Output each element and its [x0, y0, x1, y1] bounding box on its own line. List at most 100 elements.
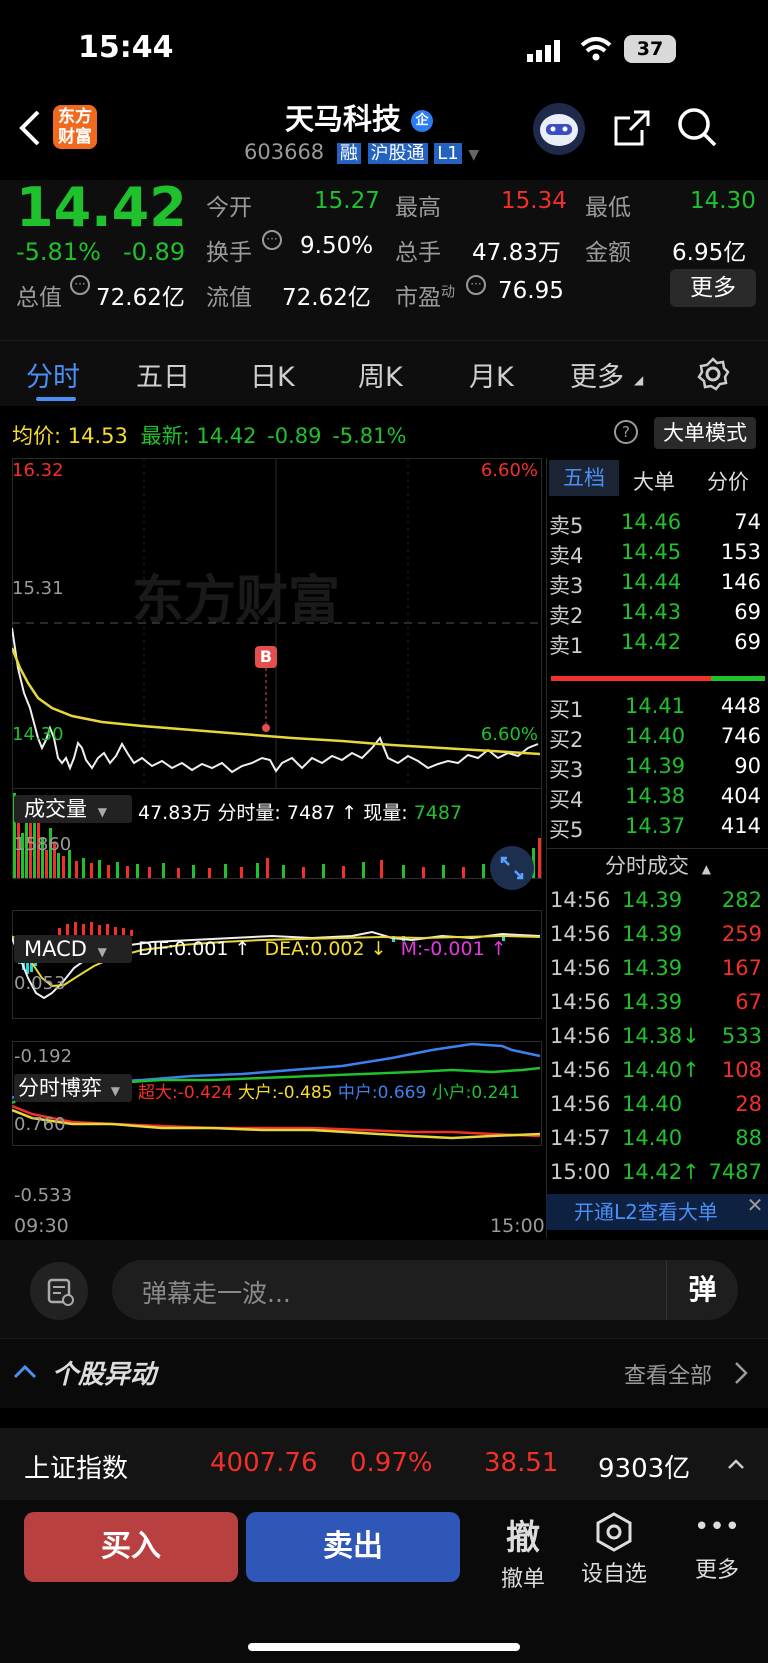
turnover-info-icon[interactable]: ··· [262, 230, 282, 250]
info-percent: -5.81% [332, 424, 407, 448]
macd-selector[interactable]: MACD ▼ [14, 935, 132, 963]
status-time: 15:44 [78, 30, 174, 65]
bid-price: 14.37 [625, 814, 686, 838]
index-bar[interactable]: 上证指数 4007.76 0.97% 38.51 9303亿 [0, 1428, 768, 1500]
tick-row: 14:56 14.39 167 [546, 956, 768, 990]
tick-row: 14:56 14.39 282 [546, 888, 768, 922]
game-selector[interactable]: 分时博弈 ▼ [14, 1074, 132, 1102]
watchlist-hexagon-icon [596, 1512, 632, 1552]
chevron-down-icon[interactable]: ▼ [468, 147, 479, 163]
buy-button[interactable]: 买入 [24, 1512, 238, 1582]
chevron-up-icon [12, 1361, 38, 1381]
tick-price: 14.39 [622, 888, 683, 912]
bid-label: 买3 [549, 758, 584, 782]
help-icon[interactable]: ? [614, 420, 638, 444]
volume-text: 47.83万 分时量: 7487 ↑ 现量: [138, 802, 408, 824]
stock-news-bar[interactable]: 个股异动 查看全部 [0, 1338, 768, 1408]
prev-close-label: 15.31 [12, 578, 64, 599]
enterprise-badge-icon: 企 [411, 110, 434, 132]
ob-tab-five[interactable]: 五档 [549, 460, 619, 496]
tick-volume: 108 [721, 1058, 762, 1082]
ask-label: 卖1 [549, 634, 584, 658]
search-icon[interactable] [676, 106, 718, 148]
pct-min-label: 6.60% [480, 724, 538, 745]
news-title: 个股异动 [52, 1360, 157, 1390]
high-value: 15.34 [501, 188, 567, 214]
amount-label: 金额 [585, 240, 631, 266]
tab-week-k[interactable]: 周K [358, 355, 403, 394]
amount-value: 6.95亿 [672, 240, 747, 266]
share-icon[interactable] [612, 108, 652, 148]
stock-code-row: 603668 融 沪股通 L1 ▼ [244, 139, 479, 165]
buy-label: 买入 [101, 1529, 161, 1564]
ask-volume: 146 [720, 570, 761, 594]
chart-tabs: 分时 五日 日K 周K 月K 更多 ◢ [0, 340, 768, 406]
stock-title[interactable]: 天马科技 企 [285, 96, 434, 138]
tab-month-k[interactable]: 月K [469, 355, 514, 394]
close-l2-icon[interactable]: ✕ [744, 1194, 766, 1216]
caret-icon: ◢ [634, 373, 644, 387]
mcap-info-icon[interactable]: ··· [70, 275, 90, 295]
bid-row: 买2 14.40 746 [547, 724, 768, 754]
signal-icon [527, 40, 563, 62]
tick-price: 14.39 [622, 956, 683, 980]
l2-banner[interactable]: 开通L2查看大单 [546, 1194, 768, 1230]
low-value: 14.30 [690, 188, 756, 214]
watermark: 东方财富 [132, 571, 341, 631]
ob-tab-big[interactable]: 大单 [633, 466, 675, 496]
ask-volume: 153 [720, 540, 761, 564]
chevron-up-small-icon[interactable] [726, 1456, 746, 1470]
volume-max-label: 15860 [14, 834, 72, 855]
pe-value: 76.95 [498, 278, 564, 304]
danmu-send-label: 弹 [688, 1273, 717, 1306]
tick-time: 14:56 [550, 1058, 611, 1082]
danmu-settings-icon[interactable] [30, 1262, 88, 1320]
ask-volume: 74 [734, 510, 761, 534]
ask-volume: 69 [734, 600, 761, 624]
float-value: 72.62亿 [282, 285, 371, 311]
tick-volume: 88 [735, 1126, 762, 1150]
more-actions-button[interactable]: ••• 更多 [688, 1512, 746, 1598]
volume-info: 47.83万 分时量: 7487 ↑ 现量: 7487 [138, 798, 462, 825]
big-order-mode-button[interactable]: 大单模式 [654, 417, 756, 449]
tab-more[interactable]: 更多 [570, 355, 624, 394]
bid-label: 买2 [549, 728, 584, 752]
tick-row: 14:56 14.40 28 [546, 1092, 768, 1126]
back-icon[interactable] [16, 108, 46, 148]
tab-intraday[interactable]: 分时 [26, 355, 80, 394]
bid-price: 14.39 [625, 754, 686, 778]
bid-row: 买4 14.38 404 [547, 784, 768, 814]
settings-gear-icon[interactable] [696, 357, 730, 391]
ask-price: 14.43 [621, 600, 682, 624]
danmu-input[interactable]: 弹幕走一波... 弹 [112, 1260, 738, 1320]
robot-assistant-icon[interactable] [533, 103, 585, 155]
tick-volume: 67 [735, 990, 762, 1014]
volume-selector[interactable]: 成交量 ▼ [14, 795, 132, 823]
tick-volume: 28 [735, 1092, 762, 1116]
more-dots-icon: ••• [693, 1512, 740, 1542]
buy-marker-badge[interactable]: B [255, 646, 277, 668]
tab-day-k[interactable]: 日K [250, 355, 295, 394]
cancel-order-button[interactable]: 撤 撤单 [488, 1510, 558, 1596]
index-amount: 9303亿 [598, 1454, 691, 1484]
volume-value: 47.83万 [472, 240, 561, 266]
ticks-title: 分时成交 [605, 854, 690, 878]
add-watchlist-button[interactable]: 设自选 [576, 1512, 652, 1598]
avg-label: 均价: [12, 424, 62, 448]
ticks-header[interactable]: 分时成交 ▲ [547, 848, 768, 882]
news-view-all[interactable]: 查看全部 [624, 1358, 712, 1390]
dropdown-icon: ▼ [97, 805, 107, 819]
more-quote-button[interactable]: 更多 [670, 269, 756, 307]
ob-tab-price[interactable]: 分价 [707, 466, 749, 496]
sell-button[interactable]: 卖出 [246, 1512, 460, 1582]
intraday-chart[interactable]: 16.32 6.60% 15.31 东方财富 14.30 6.60% B [10, 458, 542, 1236]
fullscreen-icon[interactable] [490, 846, 534, 890]
bid-volume: 90 [734, 754, 761, 778]
ask-row: 卖1 14.42 69 [547, 630, 768, 660]
danmu-send-button[interactable]: 弹 [666, 1260, 738, 1320]
tab-five-day[interactable]: 五日 [136, 355, 190, 394]
pe-info-icon[interactable]: ··· [466, 275, 486, 295]
macd-label: MACD [24, 937, 87, 961]
tick-price: 14.39 [622, 990, 683, 1014]
bid-row: 买3 14.39 90 [547, 754, 768, 784]
